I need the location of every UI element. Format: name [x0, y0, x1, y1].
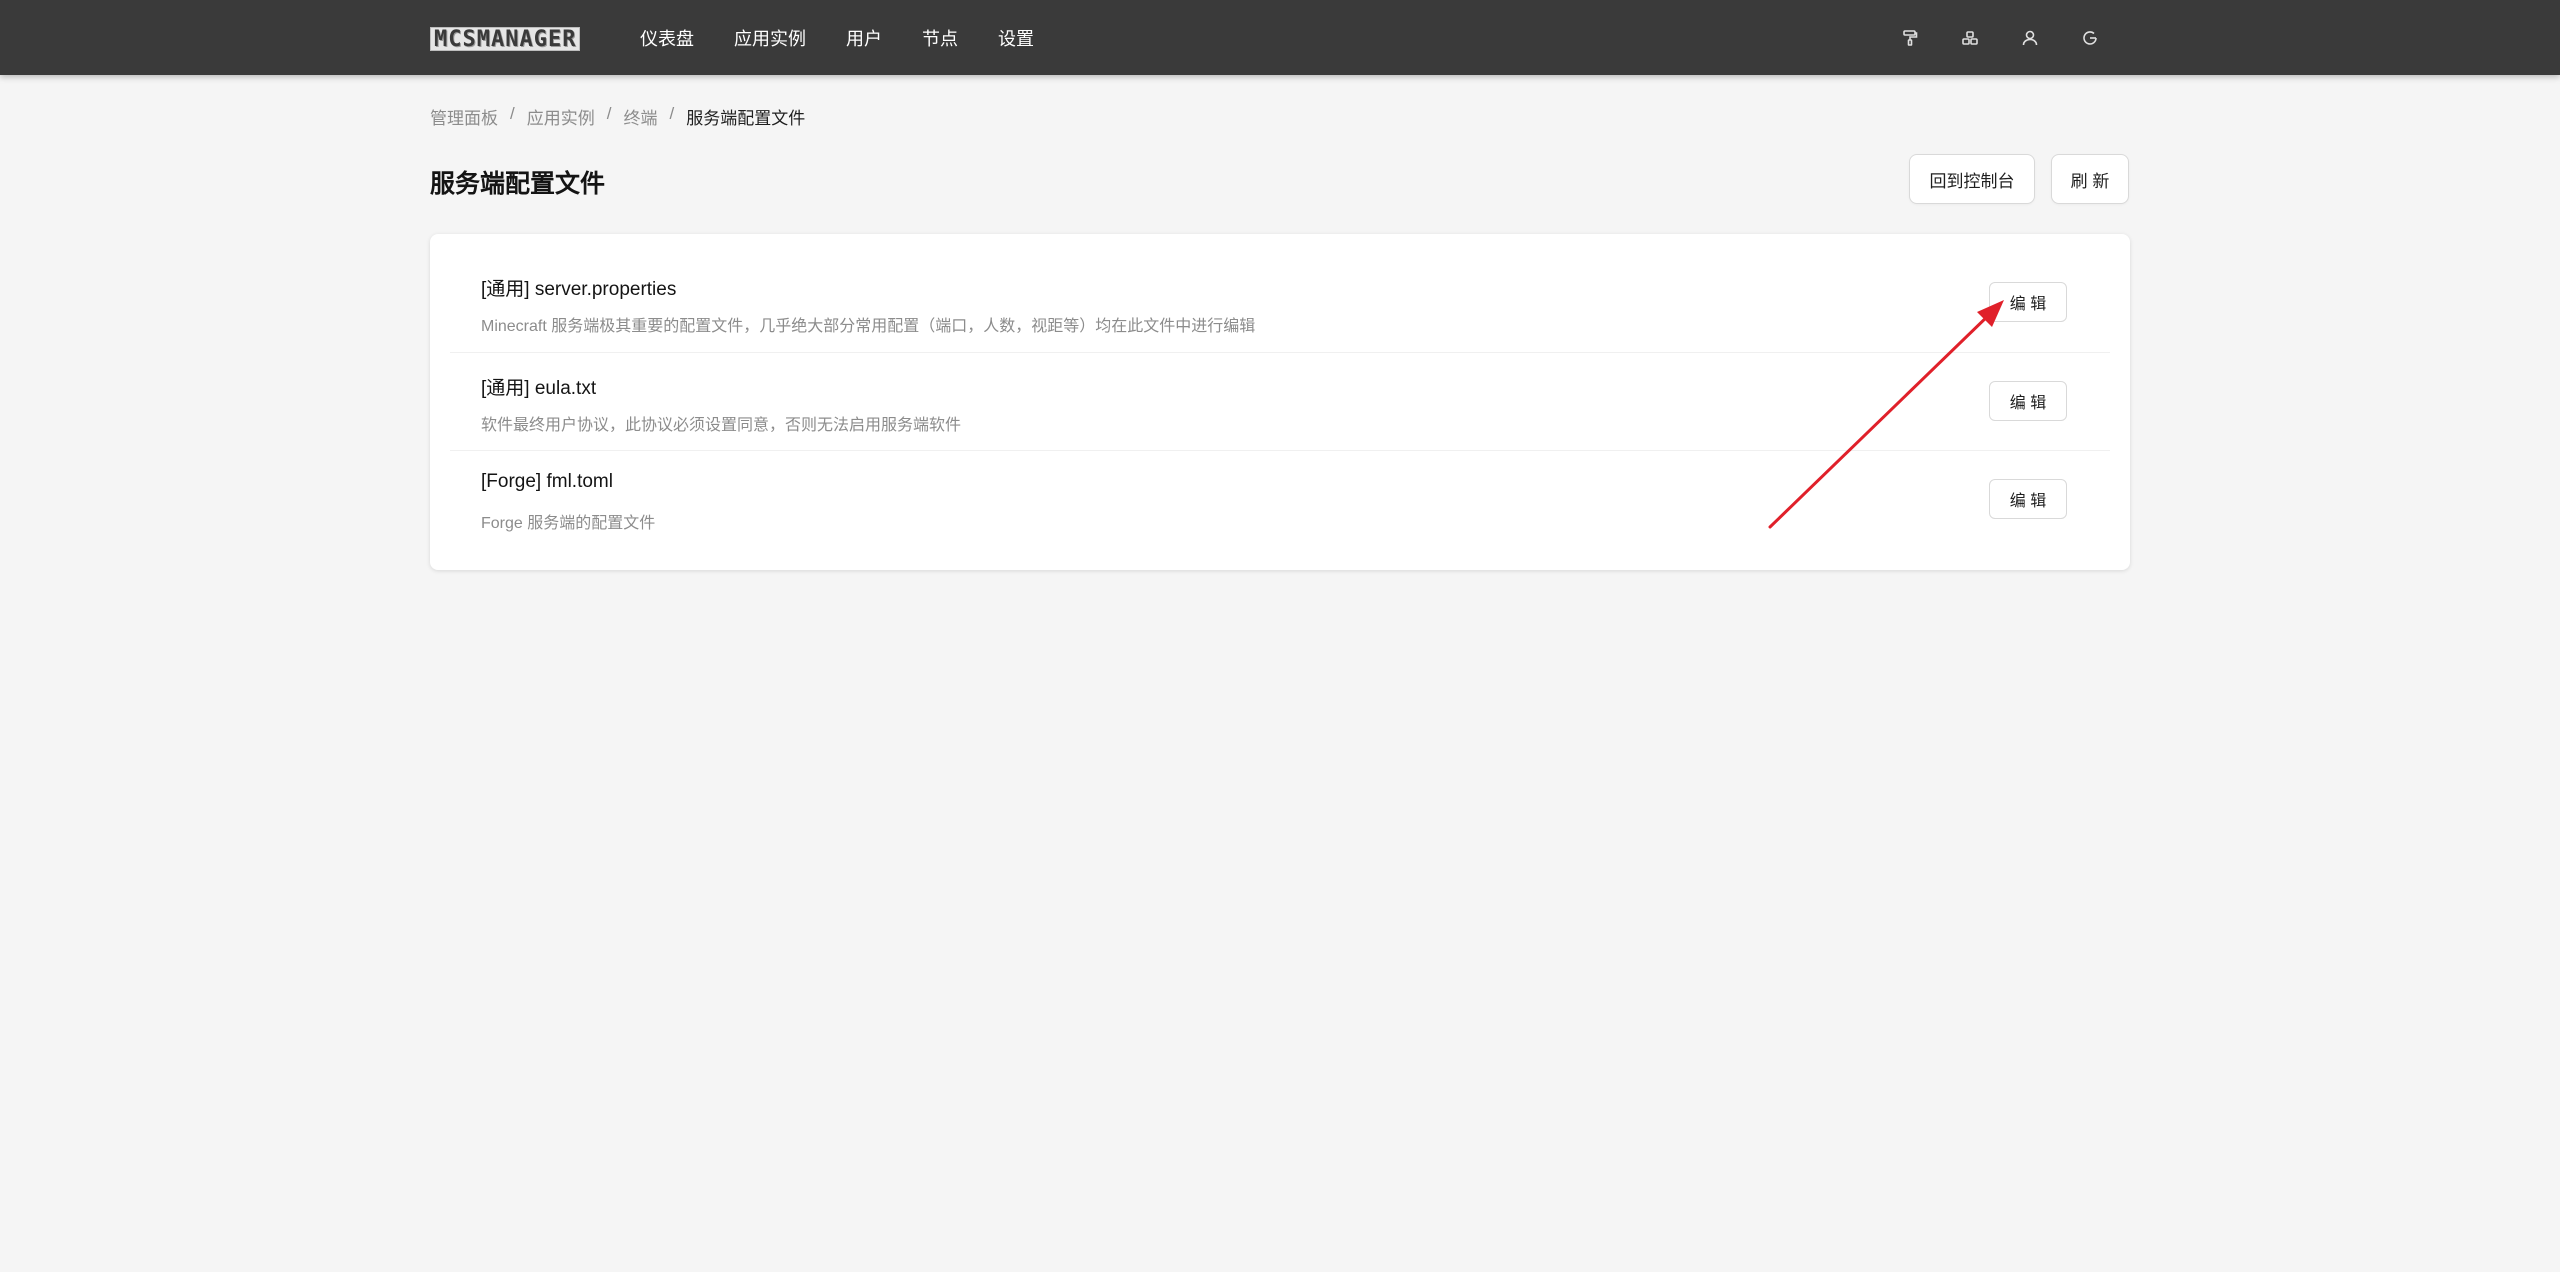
- nav-nodes[interactable]: 节点: [922, 25, 958, 51]
- user-icon[interactable]: [2020, 28, 2040, 48]
- edit-button[interactable]: 编 辑: [1989, 381, 2067, 421]
- breadcrumb-item[interactable]: 应用实例: [527, 104, 595, 129]
- nav-dashboard[interactable]: 仪表盘: [640, 25, 694, 51]
- file-description: Forge 服务端的配置文件: [481, 515, 656, 532]
- annotation-arrow: [1768, 300, 2004, 529]
- breadcrumb-item[interactable]: 管理面板: [430, 104, 498, 129]
- breadcrumb-item[interactable]: 终端: [623, 104, 657, 129]
- list-item: [通用] server.properties Minecraft 服务端极其重要…: [450, 234, 2110, 335]
- mcsmanager-logo[interactable]: MCSMANAGER: [430, 27, 581, 52]
- list-item: [通用] eula.txt 软件最终用户协议，此协议必须设置同意，否则无法启用服…: [450, 352, 2110, 450]
- breadcrumb-separator: /: [606, 104, 612, 123]
- nav-instances[interactable]: 应用实例: [734, 25, 806, 51]
- breadcrumb: 管理面板 / 应用实例 / 终端 / 服务端配置文件: [430, 104, 805, 129]
- paint-roller-icon[interactable]: [1900, 28, 1920, 48]
- list-item: [Forge] fml.toml Forge 服务端的配置文件 编 辑: [450, 450, 2110, 570]
- refresh-button[interactable]: 刷 新: [2051, 154, 2129, 204]
- main-nav: 仪表盘 应用实例 用户 节点 设置: [640, 0, 1074, 75]
- nav-users[interactable]: 用户: [846, 25, 882, 51]
- file-title: [Forge] fml.toml: [481, 471, 613, 492]
- back-to-console-button[interactable]: 回到控制台: [1909, 154, 2035, 204]
- top-navbar: MCSMANAGER 仪表盘 应用实例 用户 节点 设置: [0, 0, 2560, 75]
- file-description: 软件最终用户协议，此协议必须设置同意，否则无法启用服务端软件: [481, 417, 962, 434]
- toolbar-icons: [1860, 0, 2100, 75]
- breadcrumb-separator: /: [510, 104, 515, 123]
- edit-button[interactable]: 编 辑: [1989, 479, 2067, 519]
- grid-icon[interactable]: [1960, 28, 1980, 48]
- file-title: [通用] eula.txt: [481, 378, 597, 399]
- logout-icon[interactable]: [2080, 28, 2100, 48]
- breadcrumb-separator: /: [669, 104, 675, 123]
- breadcrumb-current: 服务端配置文件: [686, 109, 806, 128]
- file-description: Minecraft 服务端极其重要的配置文件，几乎绝大部分常用配置（端口，人数，…: [481, 318, 1256, 335]
- page-title: 服务端配置文件: [430, 170, 606, 198]
- config-file-list: [通用] server.properties Minecraft 服务端极其重要…: [430, 234, 2130, 570]
- nav-settings[interactable]: 设置: [998, 25, 1034, 51]
- edit-button[interactable]: 编 辑: [1989, 282, 2067, 322]
- file-title: [通用] server.properties: [481, 279, 677, 300]
